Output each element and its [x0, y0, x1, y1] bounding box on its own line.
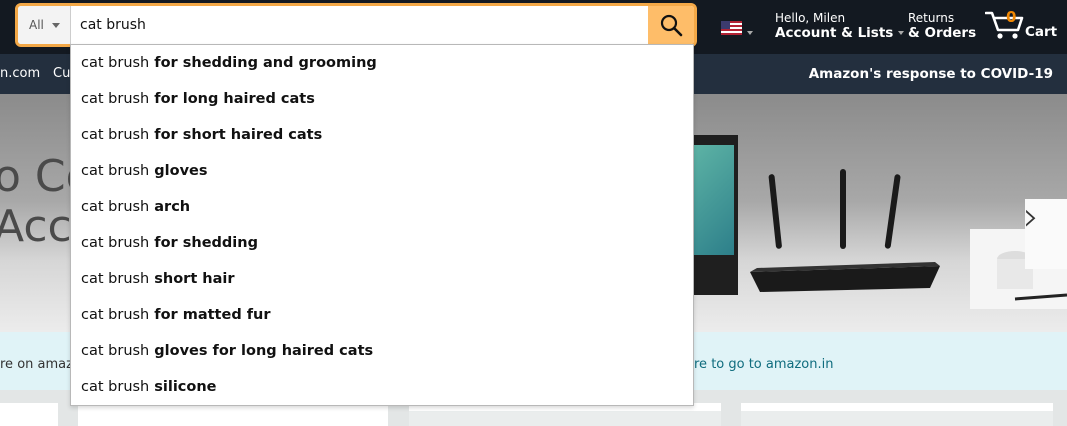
- amazon-in-link[interactable]: ere to go to amazon.in: [686, 357, 834, 372]
- suggestion-completion: silicone: [154, 379, 217, 395]
- carousel-next-icon[interactable]: ›: [1023, 194, 1039, 240]
- returns-orders-link[interactable]: Returns & Orders: [908, 11, 976, 41]
- suggestion-query: cat brush: [81, 127, 150, 143]
- suggestion-completion: for long haired cats: [154, 91, 315, 107]
- suggestion-query: cat brush: [81, 271, 150, 287]
- suggestion-completion: gloves for long haired cats: [154, 343, 374, 359]
- cart-count: 0: [1006, 8, 1017, 26]
- orders-label: & Orders: [908, 25, 977, 41]
- search-bar: All: [15, 3, 697, 47]
- suggestion-query: cat brush: [81, 199, 150, 215]
- returns-label: Returns: [908, 11, 955, 25]
- cart-icon: [985, 11, 1024, 39]
- covid-response-link[interactable]: Amazon's response to COVID-19: [809, 66, 1053, 82]
- product-card[interactable]: [78, 403, 388, 426]
- category-dropdown[interactable]: All: [18, 6, 71, 44]
- cart-link[interactable]: 0 Cart: [985, 6, 1065, 46]
- product-card[interactable]: [409, 403, 721, 426]
- suggestion-completion: short hair: [154, 271, 235, 287]
- product-card[interactable]: [0, 403, 58, 426]
- search-button[interactable]: [648, 6, 694, 44]
- desk-accessories-image: [970, 199, 1067, 309]
- suggestion-completion: arch: [154, 199, 191, 215]
- suggestion-item[interactable]: cat brush for matted fur: [71, 297, 693, 333]
- suggestion-completion: for matted fur: [154, 307, 271, 323]
- suggestion-item[interactable]: cat brush short hair: [71, 261, 693, 297]
- search-icon: [660, 14, 683, 37]
- nav-item-customer[interactable]: Cu: [53, 66, 70, 81]
- router-antennas-image: [768, 169, 901, 249]
- suggestion-query: cat brush: [81, 163, 150, 179]
- suggestion-item[interactable]: cat brush for shedding and grooming: [71, 45, 693, 81]
- suggestion-completion: for short haired cats: [154, 127, 323, 143]
- account-greeting: Hello, Milen: [775, 11, 846, 25]
- suggestion-query: cat brush: [81, 235, 150, 251]
- suggestion-query: cat brush: [81, 343, 150, 359]
- suggestion-query: cat brush: [81, 379, 150, 395]
- search-input[interactable]: [71, 6, 651, 44]
- suggestion-query: cat brush: [81, 91, 150, 107]
- us-flag-icon[interactable]: [721, 21, 742, 35]
- suggestion-item[interactable]: cat brush gloves: [71, 153, 693, 189]
- router-image: [750, 262, 940, 292]
- chevron-down-icon: [898, 31, 905, 35]
- suggestion-item[interactable]: cat brush for short haired cats: [71, 117, 693, 153]
- chevron-down-icon: [51, 22, 60, 28]
- suggestion-item[interactable]: cat brush for long haired cats: [71, 81, 693, 117]
- suggestion-query: cat brush: [81, 307, 150, 323]
- cart-label: Cart: [1025, 24, 1058, 40]
- suggestion-item[interactable]: cat brush for shedding: [71, 225, 693, 261]
- nav-item-site[interactable]: n.com: [0, 66, 40, 81]
- suggestion-query: cat brush: [81, 55, 150, 71]
- account-lists-label: Account & Lists: [775, 25, 894, 41]
- search-suggestions: cat brush for shedding and grooming cat b…: [70, 44, 694, 406]
- suggestion-completion: for shedding: [154, 235, 258, 251]
- suggestion-item[interactable]: cat brush arch: [71, 189, 693, 225]
- category-label: All: [29, 18, 44, 32]
- product-card[interactable]: [741, 403, 1053, 426]
- suggestion-item[interactable]: cat brush gloves for long haired cats: [71, 333, 693, 369]
- suggestion-item[interactable]: cat brush silicone: [71, 369, 693, 405]
- info-strip-text: re on amaz: [0, 357, 73, 372]
- language-caret-icon[interactable]: [747, 31, 753, 35]
- account-menu[interactable]: Hello, Milen Account & Lists: [775, 11, 905, 41]
- suggestion-completion: gloves: [154, 163, 208, 179]
- laptop-image: [690, 135, 738, 295]
- suggestion-completion: for shedding and grooming: [154, 55, 377, 71]
